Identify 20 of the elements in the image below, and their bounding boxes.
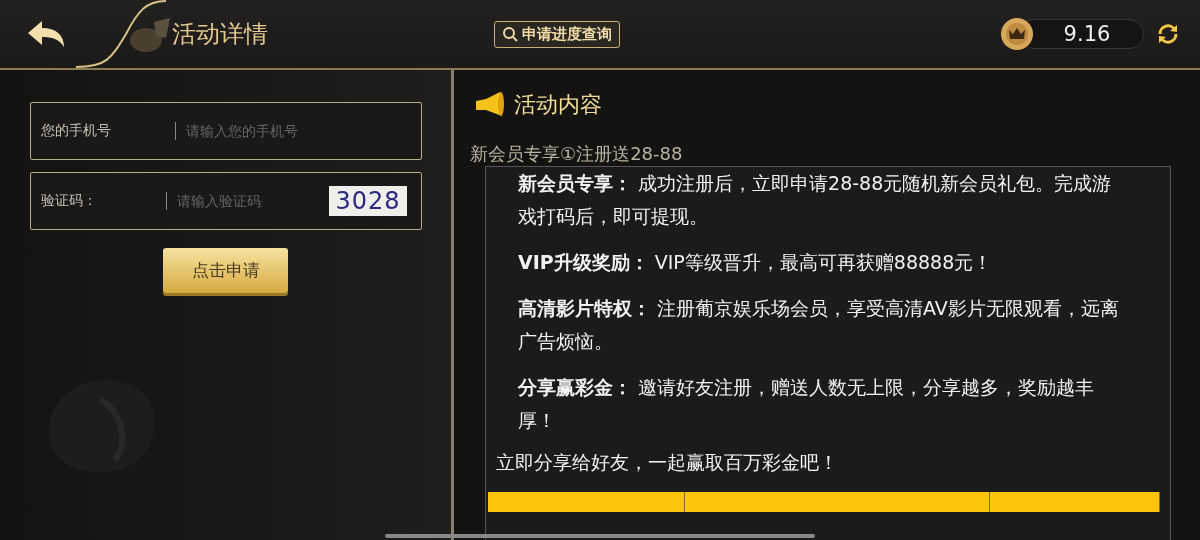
promo-subtitle: 新会员专享①注册送28-88 [470, 142, 684, 166]
section-heading: 活动内容 [514, 91, 602, 119]
closing-text: 立即分享给好友，一起赢取百万彩金吧！ [496, 450, 839, 475]
phone-input[interactable]: 请输入您的手机号 [183, 122, 338, 140]
benefit-paragraph: VIP升级奖励： VIP等级晋升，最高可再获赠88888元！ [518, 250, 994, 275]
refresh-icon[interactable] [1156, 22, 1180, 46]
progress-query-button[interactable]: 申请进度查询 [494, 20, 620, 48]
benefit-paragraph: 分享赢彩金： 邀请好友注册，赠送人数无上限，分享越多，奖励越丰厚！ [518, 375, 1096, 433]
captcha-image[interactable]: 3028 [329, 186, 407, 216]
page-title: 活动详情 [172, 19, 268, 50]
field-label: 验证码： [39, 192, 98, 210]
apply-button[interactable]: 点击申请 [163, 248, 288, 293]
header-curve-icon [76, 0, 166, 69]
back-arrow-icon[interactable] [26, 19, 66, 49]
captcha-input[interactable]: 请输入验证码 [175, 192, 330, 210]
field-label: 您的手机号 [39, 122, 112, 140]
benefit-paragraph: 新会员专享： 成功注册后，立即申请28-88元随机新会员礼包。完成游戏打码后，即可提现。 [518, 171, 1113, 229]
search-icon [502, 26, 518, 42]
crown-coin-icon [1000, 17, 1034, 51]
benefit-paragraph: 高清影片特权： 注册葡京娱乐场会员，享受高清AV影片无限观看，远离广告烦恼。 [518, 296, 1120, 354]
